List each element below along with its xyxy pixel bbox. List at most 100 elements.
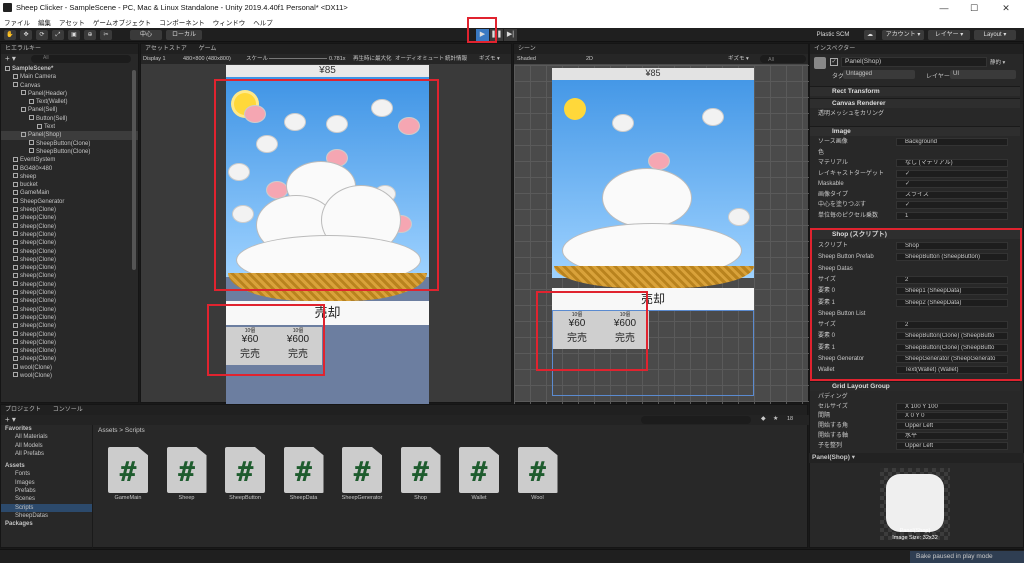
resolution-dropdown[interactable]: 480×800 (480x800): [183, 54, 231, 64]
scene-search-input[interactable]: All: [760, 55, 806, 63]
account-dropdown[interactable]: アカウント ▾: [882, 30, 924, 40]
hierarchy-item[interactable]: sheep(Clone): [1, 264, 138, 272]
folder-scenes[interactable]: Scenes: [1, 495, 92, 503]
scene-render[interactable]: ¥85: [552, 68, 754, 278]
hierarchy-item[interactable]: sheep(Clone): [1, 214, 138, 222]
script-asset-label[interactable]: SheepData: [278, 495, 330, 501]
inspector-field-row[interactable]: セルサイズ X 100 Y 100: [818, 402, 1018, 412]
hierarchy-item[interactable]: sheep(Clone): [1, 289, 138, 297]
tag-filter-icon[interactable]: ◆: [761, 415, 766, 422]
inspector-field-row[interactable]: マテリアル なし (マテリアル): [818, 159, 1018, 168]
fav-all-prefabs[interactable]: All Prefabs: [1, 450, 92, 458]
maximize-on-play[interactable]: 再生時に最大化: [353, 54, 392, 64]
inspector-field-row[interactable]: ソース画像 Background: [818, 138, 1018, 147]
layout-dropdown[interactable]: Layout ▾: [974, 30, 1016, 40]
space-toggle[interactable]: ローカル: [166, 30, 202, 40]
2d-toggle[interactable]: 2D: [586, 54, 593, 64]
hierarchy-search-input[interactable]: All: [31, 55, 131, 63]
csharp-script-icon[interactable]: #: [108, 447, 148, 493]
inspector-field-value[interactable]: ✓: [896, 180, 1008, 188]
canvas-renderer-header[interactable]: Canvas Renderer: [810, 98, 1020, 108]
script-asset-label[interactable]: GameMain: [102, 495, 154, 501]
folder-sheepdatas[interactable]: SheepDatas: [1, 512, 92, 520]
favorites-header[interactable]: Favorites: [1, 425, 92, 433]
tag-dropdown[interactable]: Untagged: [843, 70, 915, 79]
hierarchy-item[interactable]: SampleScene*: [1, 65, 138, 73]
layers-dropdown[interactable]: レイヤー ▾: [928, 30, 970, 40]
image-header[interactable]: Image: [810, 126, 1020, 136]
object-name-field[interactable]: Panel(Shop): [841, 57, 987, 67]
script-asset-label[interactable]: SheepButton: [219, 495, 271, 501]
project-search-input[interactable]: [641, 416, 751, 424]
packages-folder[interactable]: Packages: [1, 520, 92, 528]
hierarchy-item[interactable]: wool(Clone): [1, 364, 138, 372]
inspector-field-value[interactable]: Upper Left: [896, 441, 1008, 450]
hierarchy-item[interactable]: sheep(Clone): [1, 322, 138, 330]
hierarchy-item[interactable]: sheep(Clone): [1, 347, 138, 355]
maximize-button[interactable]: ☐: [960, 0, 988, 16]
rect-tool-icon[interactable]: ▣: [68, 30, 80, 40]
display-dropdown[interactable]: Display 1: [143, 54, 166, 64]
folder-prefabs[interactable]: Prefabs: [1, 487, 92, 495]
scale-tool-icon[interactable]: ⤢: [52, 30, 64, 40]
csharp-script-icon[interactable]: #: [166, 447, 207, 493]
inspector-field-row[interactable]: レイキャストターゲット ✓: [818, 169, 1018, 179]
hierarchy-item[interactable]: Text: [1, 123, 138, 131]
project-breadcrumb[interactable]: Assets > Scripts: [98, 427, 145, 434]
sheep-sprite[interactable]: [702, 108, 724, 126]
project-add-icon[interactable]: + ▾: [5, 415, 16, 424]
minimize-button[interactable]: —: [930, 0, 958, 16]
custom-tool-icon[interactable]: ✂: [100, 30, 112, 40]
inspector-field-row[interactable]: 単位毎のピクセル乗数 1: [818, 211, 1018, 221]
hierarchy-item[interactable]: SheepButton(Clone): [1, 140, 138, 148]
tab-project[interactable]: プロジェクト: [5, 407, 41, 413]
menu-edit[interactable]: 編集: [34, 16, 55, 27]
inspector-field-value[interactable]: 水平: [896, 431, 1008, 440]
grid-layout-header[interactable]: Grid Layout Group: [810, 381, 1020, 391]
tab-asset-store[interactable]: アセットストア: [145, 46, 187, 52]
hierarchy-item[interactable]: sheep(Clone): [1, 256, 138, 264]
csharp-script-icon[interactable]: #: [517, 447, 558, 493]
hierarchy-item[interactable]: GameMain: [1, 189, 138, 197]
scene-gizmos-dropdown[interactable]: ギズモ ▾: [728, 54, 749, 64]
script-asset-label[interactable]: Shop: [395, 495, 447, 501]
inspector-field-row[interactable]: Maskable ✓: [818, 180, 1018, 189]
hierarchy-item[interactable]: sheep(Clone): [1, 314, 138, 322]
hierarchy-item[interactable]: sheep(Clone): [1, 355, 138, 363]
inspector-tab[interactable]: インスペクター: [810, 44, 1023, 54]
inspector-field-value[interactable]: Background: [896, 138, 1008, 146]
stats-toggle[interactable]: 統計情報: [445, 54, 467, 64]
scene-tab[interactable]: シーン: [514, 44, 808, 54]
hierarchy-item[interactable]: Canvas: [1, 82, 138, 90]
menu-window[interactable]: ウィンドウ: [209, 16, 250, 27]
rotate-tool-icon[interactable]: ⟳: [36, 30, 48, 40]
move-tool-icon[interactable]: ✥: [20, 30, 32, 40]
inspector-field-row[interactable]: 色: [818, 149, 1018, 158]
hierarchy-item[interactable]: sheep(Clone): [1, 231, 138, 239]
hierarchy-item[interactable]: SheepButton(Clone): [1, 148, 138, 156]
hierarchy-item[interactable]: sheep(Clone): [1, 306, 138, 314]
inspector-field-row[interactable]: 間隔 X 0 Y 0: [818, 412, 1018, 421]
csharp-script-icon[interactable]: #: [459, 447, 499, 493]
hierarchy-item[interactable]: BG480×480: [1, 165, 138, 173]
csharp-script-icon[interactable]: #: [225, 447, 265, 493]
folder-scripts[interactable]: Scripts: [1, 503, 92, 512]
menu-component[interactable]: コンポーネント: [155, 16, 209, 27]
pivot-toggle[interactable]: 中心: [130, 30, 162, 40]
csharp-script-icon[interactable]: #: [283, 447, 324, 493]
inspector-field-value[interactable]: 1: [896, 211, 1008, 220]
menu-help[interactable]: ヘルプ: [249, 16, 277, 27]
preview-title[interactable]: Panel(Shop) ▾: [809, 453, 1024, 463]
hierarchy-item[interactable]: EventSystem: [1, 156, 138, 164]
inspector-field-row[interactable]: 開始する軸 水平: [818, 431, 1018, 441]
tab-game[interactable]: ゲーム: [199, 46, 217, 52]
active-checkbox[interactable]: ✓: [830, 58, 838, 66]
hierarchy-item[interactable]: sheep(Clone): [1, 339, 138, 347]
hierarchy-item[interactable]: Button(Sell): [1, 115, 138, 123]
fav-all-materials[interactable]: All Materials: [1, 433, 92, 441]
plastic-scm-button[interactable]: Plastic SCM: [808, 30, 858, 40]
csharp-script-icon[interactable]: #: [400, 447, 441, 493]
hierarchy-item[interactable]: sheep(Clone): [1, 272, 138, 280]
hierarchy-item[interactable]: sheep(Clone): [1, 223, 138, 231]
hierarchy-item[interactable]: Text(Wallet): [1, 98, 138, 106]
